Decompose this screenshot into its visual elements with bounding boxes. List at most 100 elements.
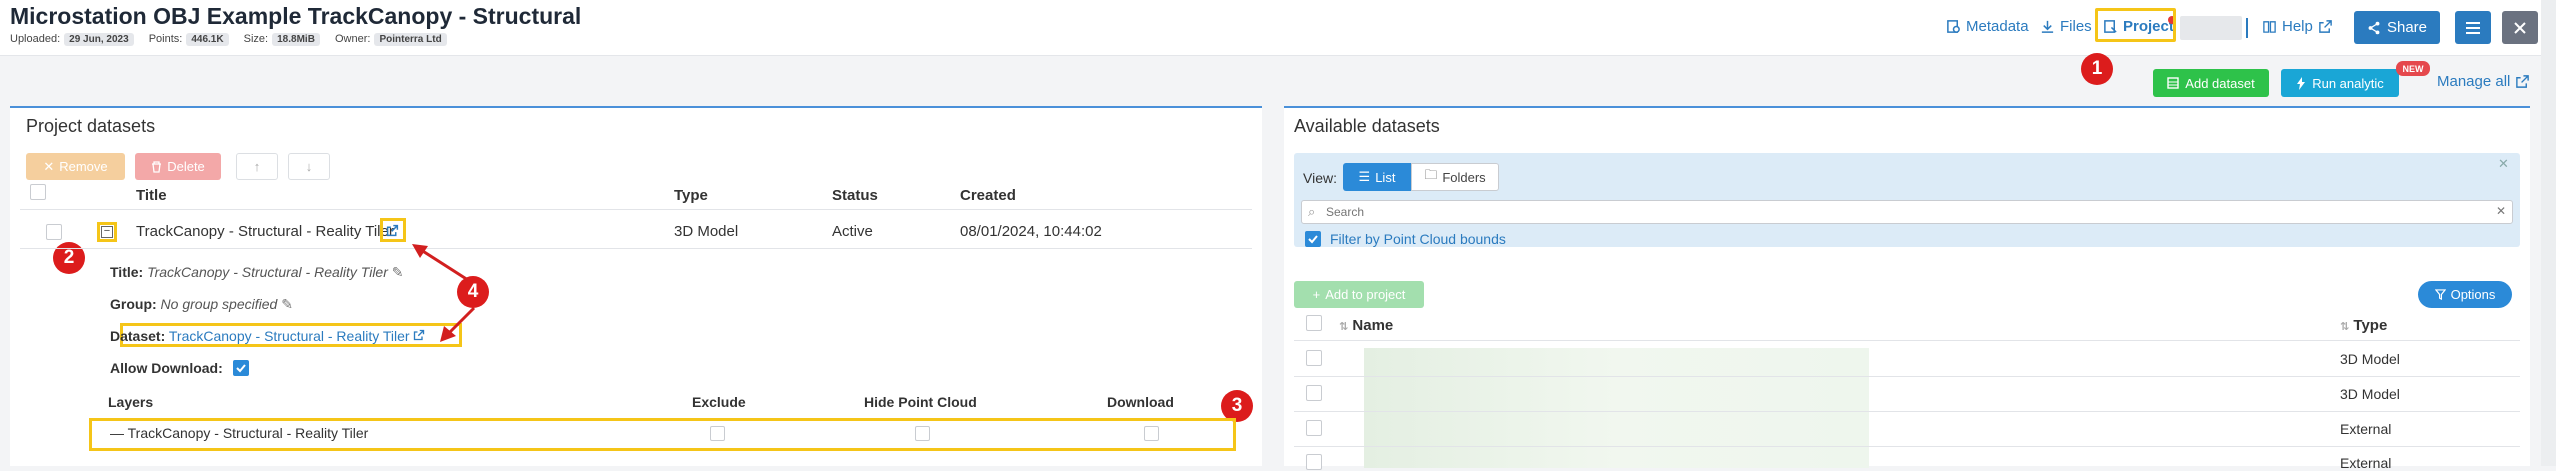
list-view-button[interactable]: ☰ List <box>1343 163 1411 191</box>
meta-uploaded-value: 29 Jun, 2023 <box>64 33 134 46</box>
col-title: Title <box>136 187 167 204</box>
menu-button[interactable] <box>2455 11 2491 44</box>
download-checkbox[interactable] <box>1144 426 1159 441</box>
detail-group-value: No group specified <box>160 296 278 312</box>
row-checkbox[interactable] <box>1306 385 1322 401</box>
col-created: Created <box>960 187 1016 204</box>
external-link-icon[interactable] <box>386 224 399 237</box>
meta-points-label: Points: <box>148 33 183 45</box>
col-name[interactable]: ⇅ Name <box>1339 317 1393 334</box>
row-type: 3D Model <box>674 223 739 240</box>
add-dataset-label: Add dataset <box>2185 75 2255 91</box>
detail-dataset-label: Dataset: <box>110 328 166 344</box>
col-name-label: Name <box>1352 317 1394 334</box>
check-icon <box>236 364 246 373</box>
filter-bounds-checkbox[interactable] <box>1305 231 1321 247</box>
new-badge: NEW <box>2396 61 2430 76</box>
close-filter-icon[interactable]: ✕ <box>2498 156 2509 172</box>
search-input[interactable] <box>1326 204 2476 220</box>
project-datasets-title: Project datasets <box>26 116 156 136</box>
annotation-2: 2 <box>53 242 85 274</box>
nav-divider <box>2246 18 2248 38</box>
bolt-icon <box>2297 76 2306 90</box>
row-checkbox[interactable] <box>1306 454 1322 470</box>
folders-view-button[interactable]: 🗀 Folders <box>1411 163 1499 191</box>
add-to-project-label: Add to project <box>1325 287 1406 302</box>
download-icon <box>2041 20 2054 33</box>
arrow-up-icon: ↑ <box>253 159 261 174</box>
exclude-checkbox[interactable] <box>710 426 725 441</box>
delete-button[interactable]: Delete <box>135 153 221 180</box>
row-checkbox[interactable] <box>1306 420 1322 436</box>
layer-label: TrackCanopy - Structural - Reality Tiler <box>127 425 369 441</box>
row-title: TrackCanopy - Structural - Reality Tiler <box>136 223 394 240</box>
close-button[interactable] <box>2502 11 2538 44</box>
clear-search-icon[interactable]: ✕ <box>2496 204 2506 218</box>
meta-points-value: 446.1K <box>186 33 229 46</box>
edit-icon[interactable]: ✎ <box>281 296 293 312</box>
detail-dataset: Dataset: TrackCanopy - Structural - Real… <box>110 328 425 344</box>
row-divider <box>1294 376 2520 377</box>
files-link[interactable]: Files <box>2040 18 2092 35</box>
row-type: 3D Model <box>2340 351 2400 367</box>
external-link-icon <box>2319 20 2332 33</box>
manage-all-link[interactable]: Manage all <box>2437 73 2530 90</box>
move-down-button[interactable]: ↓ <box>288 153 330 180</box>
row-created: 08/01/2024, 10:44:02 <box>960 223 1102 240</box>
list-icon: ☰ <box>1358 169 1371 184</box>
plus-icon: + <box>1312 287 1321 302</box>
available-datasets-panel: Available datasets View: ☰ List 🗀 Folder… <box>1284 106 2530 471</box>
add-dataset-button[interactable]: Add dataset <box>2153 69 2269 97</box>
edit-icon[interactable]: ✎ <box>392 264 404 280</box>
annotation-1: 1 <box>2081 53 2113 85</box>
detail-group: Group: No group specified ✎ <box>110 296 293 313</box>
book-icon <box>2263 21 2276 33</box>
options-label: Options <box>2450 287 2496 302</box>
folders-label: Folders <box>1442 169 1486 185</box>
filter-bounds-label: Filter by Point Cloud bounds <box>1330 231 1506 247</box>
row-checkbox[interactable] <box>1306 350 1322 366</box>
row-divider <box>20 248 1252 249</box>
metadata-icon <box>1947 20 1960 33</box>
run-analytic-label: Run analytic <box>2312 75 2384 91</box>
select-all-checkbox[interactable] <box>30 184 46 200</box>
col-status: Status <box>832 187 878 204</box>
meta-size-value: 18.8MiB <box>272 33 320 46</box>
col-type-available[interactable]: ⇅ Type <box>2340 317 2387 334</box>
run-analytic-button[interactable]: Run analytic <box>2281 69 2399 97</box>
row-status: Active <box>832 223 873 240</box>
filter-icon <box>2434 289 2446 300</box>
collapse-toggle-icon[interactable]: − <box>101 226 113 238</box>
scrollbar[interactable] <box>2541 0 2556 466</box>
row-checkbox[interactable] <box>46 224 62 240</box>
layers-col-hide-point-cloud: Hide Point Cloud <box>864 394 977 410</box>
remove-button[interactable]: ✕ Remove <box>26 153 125 180</box>
help-link[interactable]: Help <box>2262 18 2333 35</box>
files-label: Files <box>2060 18 2092 35</box>
allow-download-label: Allow Download: <box>110 360 223 376</box>
remove-label: Remove <box>59 159 108 174</box>
add-to-project-button[interactable]: + Add to project <box>1294 281 1424 308</box>
search-field[interactable]: ⌕ ✕ <box>1301 200 2513 224</box>
annotation-arrows <box>412 244 476 342</box>
table-icon <box>2167 77 2179 89</box>
layers-col-exclude: Exclude <box>692 394 746 410</box>
meta-owner-value: Pointerra Ltd <box>374 33 447 46</box>
move-up-button[interactable]: ↑ <box>236 153 278 180</box>
layer-name: — TrackCanopy - Structural - Reality Til… <box>110 425 368 441</box>
metadata-label: Metadata <box>1966 18 2029 35</box>
allow-download-checkbox[interactable] <box>233 360 249 376</box>
hide-point-cloud-checkbox[interactable] <box>915 426 930 441</box>
check-icon <box>1308 235 1318 244</box>
search-icon: ⌕ <box>1308 204 1316 219</box>
remove-x-icon: ✕ <box>43 158 55 174</box>
dataset-link[interactable]: TrackCanopy - Structural - Reality Tiler <box>169 328 410 344</box>
metadata-link[interactable]: Metadata <box>1946 18 2029 35</box>
select-all-available-checkbox[interactable] <box>1306 315 1322 331</box>
options-button[interactable]: Options <box>2418 281 2512 308</box>
arrow-down-icon: ↓ <box>305 159 313 174</box>
detail-title: Title: TrackCanopy - Structural - Realit… <box>110 264 404 281</box>
share-button[interactable]: Share <box>2354 11 2440 44</box>
view-label: View: <box>1303 170 1337 186</box>
detail-title-label: Title: <box>110 264 144 280</box>
